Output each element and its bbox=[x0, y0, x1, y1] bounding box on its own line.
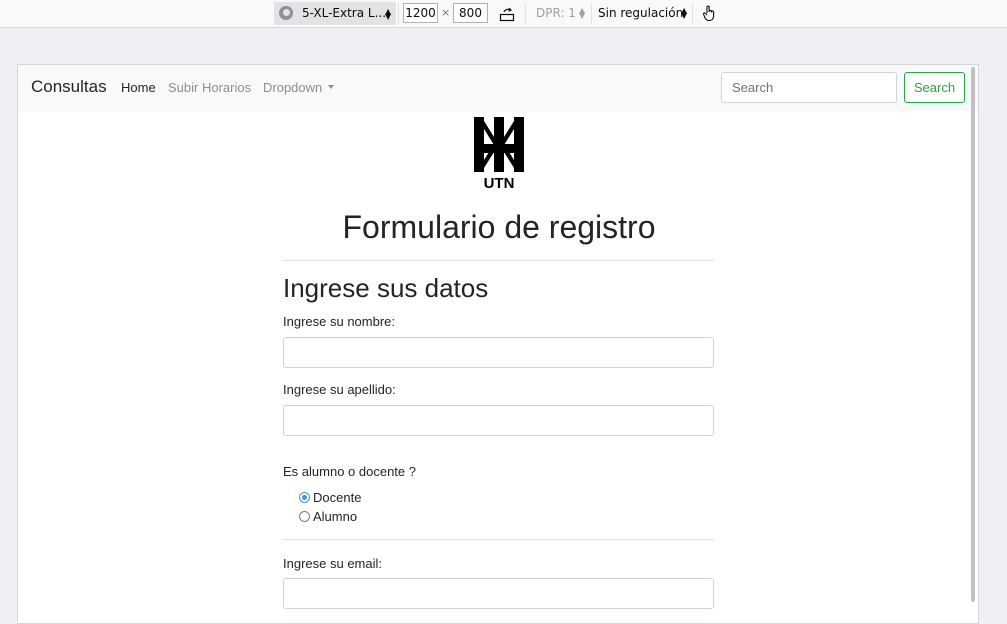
radio-label-alumno[interactable]: Alumno bbox=[313, 509, 357, 524]
nav-link-home[interactable]: Home bbox=[121, 80, 156, 95]
dpr-selector[interactable]: DPR: 1 bbox=[536, 6, 576, 20]
chevron-updown-icon: ▲ ▼ bbox=[681, 6, 688, 20]
viewport-height-input[interactable]: 800 bbox=[453, 3, 488, 23]
search-input[interactable] bbox=[721, 72, 897, 103]
device-name: 5-XL-Extra L... bbox=[302, 6, 387, 20]
radio-button-docente[interactable] bbox=[299, 492, 310, 503]
utn-logo-text: UTN bbox=[484, 175, 515, 190]
browser-logo-icon bbox=[279, 6, 293, 20]
divider bbox=[283, 539, 714, 540]
search-button[interactable]: Search bbox=[904, 72, 965, 103]
nav-dropdown-toggle[interactable]: Dropdown bbox=[263, 80, 335, 95]
apellido-input[interactable] bbox=[283, 405, 714, 436]
responsive-design-toolbar: 5-XL-Extra L... ▲ ▼ 1200 × 800 DPR: 1 ▲ ▼ … bbox=[0, 0, 1007, 28]
divider bbox=[283, 260, 714, 261]
device-selector[interactable]: 5-XL-Extra L... ▲ ▼ bbox=[274, 2, 396, 25]
touch-simulation-icon[interactable] bbox=[700, 4, 718, 22]
navbar-brand[interactable]: Consultas bbox=[31, 77, 107, 97]
email-input[interactable] bbox=[283, 578, 714, 609]
nav-link-subir-horarios[interactable]: Subir Horarios bbox=[168, 80, 251, 95]
radio-button-alumno[interactable] bbox=[299, 511, 310, 522]
nombre-label: Ingrese su nombre: bbox=[283, 314, 396, 329]
vertical-scrollbar[interactable] bbox=[971, 67, 975, 602]
nombre-input[interactable] bbox=[283, 337, 714, 368]
rotate-viewport-icon[interactable] bbox=[499, 6, 515, 22]
radio-label-docente[interactable]: Docente bbox=[313, 490, 361, 505]
viewport-width-input[interactable]: 1200 bbox=[403, 3, 438, 23]
caret-down-icon bbox=[328, 85, 335, 89]
utn-logo: UTN bbox=[474, 117, 524, 190]
nav-dropdown-label: Dropdown bbox=[263, 80, 323, 95]
navbar: Consultas Home Subir Horarios Dropdown S… bbox=[18, 65, 978, 111]
page-viewport: Consultas Home Subir Horarios Dropdown S… bbox=[17, 64, 979, 624]
role-question-label: Es alumno o docente ? bbox=[283, 464, 416, 479]
dimension-separator: × bbox=[441, 6, 451, 19]
email-label: Ingrese su email: bbox=[283, 556, 382, 571]
chevron-updown-icon: ▲ ▼ bbox=[385, 7, 392, 21]
apellido-label: Ingrese su apellido: bbox=[283, 382, 396, 397]
section-title: Ingrese sus datos bbox=[283, 273, 489, 303]
page-title: Formulario de registro bbox=[342, 209, 656, 245]
chevron-updown-icon: ▲ ▼ bbox=[579, 6, 586, 20]
network-throttling-selector[interactable]: Sin regulación bbox=[598, 6, 683, 20]
